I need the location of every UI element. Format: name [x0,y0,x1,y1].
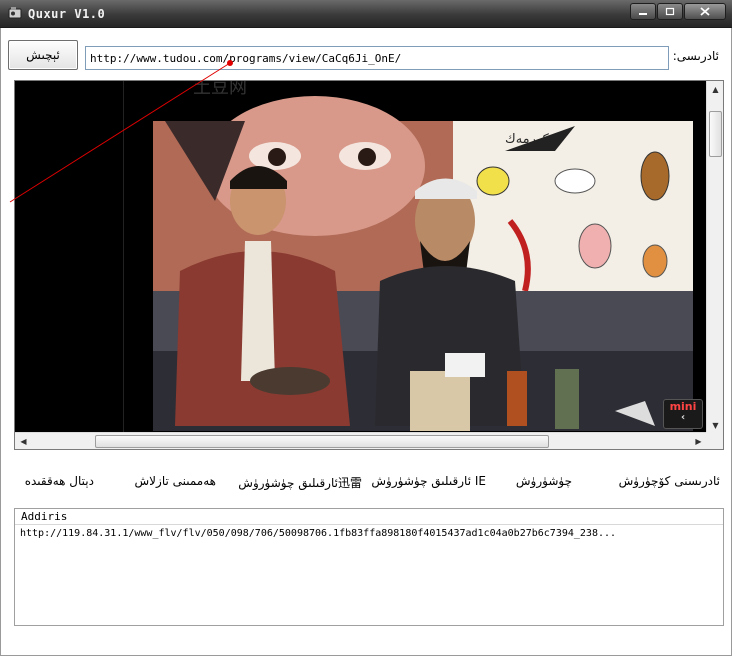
open-button[interactable]: ئېچىش [8,40,78,70]
scroll-up-arrow-icon[interactable]: ▲ [707,81,724,98]
horizontal-scrollbar[interactable]: ◀ ▶ [15,432,707,449]
horizontal-scroll-thumb[interactable] [95,435,549,448]
video-panel: 土豆网 كورمەك mini ‹ ▲ ▼ ◀ ▶ [14,80,724,450]
app-icon [8,7,22,19]
about-link[interactable]: دېتال ھەققىدە [25,474,94,488]
title-bar[interactable]: Quxur V1.0 [0,0,732,28]
minimize-button[interactable] [630,3,656,20]
close-button[interactable] [684,3,726,20]
vertical-scroll-thumb[interactable] [709,111,722,157]
action-bar: ئادرىسنى كۆچۈرۈش چۈشۈرۈش IE ئارقىلىق چۈش… [14,468,724,496]
main-window: ئېچىش ئادرىسى: 土豆网 كورمەك [0,28,732,656]
chevron-left-icon: ‹ [680,412,686,423]
ie-download-link[interactable]: IE ئارقىلىق چۈشۈرۈش [371,474,486,488]
maximize-button[interactable] [657,3,683,20]
mini-button[interactable]: mini ‹ [663,399,703,429]
minimize-icon [639,12,647,15]
scrollbar-corner [706,432,723,449]
video-frame-image: 土豆网 كورمەك [15,81,707,434]
list-item[interactable]: http://119.84.31.1/www_flv/flv/050/098/7… [15,525,723,543]
close-icon [700,7,710,16]
scroll-left-arrow-icon[interactable]: ◀ [15,433,32,450]
address-label: ئادرىسى: [672,49,719,63]
clear-all-link[interactable]: ھەممىنى تازلاش [135,474,216,488]
maximize-icon [665,7,675,16]
thunder-download-link[interactable]: 迅雷ئارقىلىق چۈشۈرۈش [238,474,362,491]
video-watermark: 土豆网 [193,81,247,98]
scroll-right-arrow-icon[interactable]: ▶ [690,433,707,450]
address-list[interactable]: Addiris http://119.84.31.1/www_flv/flv/0… [14,508,724,626]
copy-address-link[interactable]: ئادرىسنى كۆچۈرۈش [619,474,720,488]
window-title: Quxur V1.0 [28,7,106,21]
video-player[interactable]: 土豆网 كورمەك mini ‹ [15,81,707,434]
vertical-scrollbar[interactable]: ▲ ▼ [706,81,723,434]
url-input[interactable] [85,46,669,70]
address-list-header: Addiris [15,509,723,525]
download-link[interactable]: چۈشۈرۈش [516,474,572,488]
